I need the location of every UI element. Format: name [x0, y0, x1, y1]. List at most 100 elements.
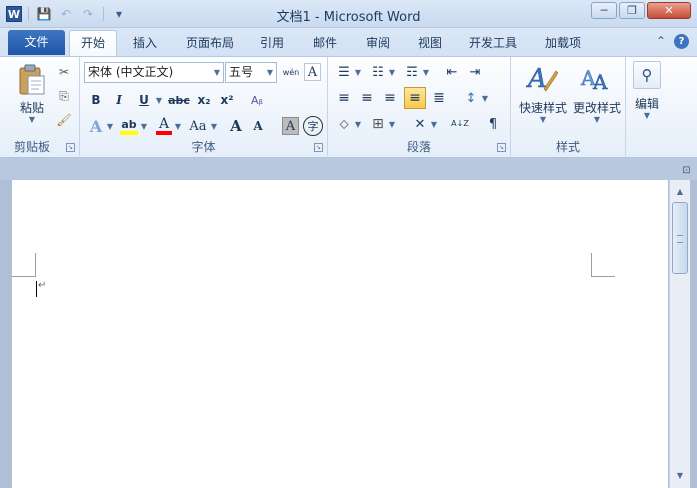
underline-dropdown-arrow[interactable]: ▼	[154, 90, 164, 110]
editing-dropdown-arrow[interactable]: ▼	[626, 111, 668, 120]
multilevel-dropdown-arrow[interactable]: ▼	[421, 62, 431, 82]
scroll-thumb[interactable]	[672, 202, 688, 274]
tab-page-layout[interactable]: 页面布局	[178, 32, 242, 56]
tab-file[interactable]: 文件	[8, 30, 65, 55]
quick-styles-icon[interactable]: A	[525, 60, 559, 96]
close-button[interactable]: ✕	[647, 2, 691, 19]
paste-button-label[interactable]: 粘贴	[10, 99, 54, 116]
ribbon-home: 粘贴 ▼ ✂ ⎘ 🖌 剪贴板 ↘ 宋体 (中文正文) ▼ 五号 ▼ wén A …	[0, 56, 697, 158]
font-group-label: 字体	[191, 140, 216, 154]
clipboard-launcher-icon[interactable]: ↘	[66, 143, 75, 152]
italic-icon[interactable]: I	[109, 90, 129, 110]
tab-mailings[interactable]: 邮件	[304, 32, 346, 56]
svg-text:A: A	[526, 64, 547, 94]
cut-icon[interactable]: ✂	[55, 63, 73, 81]
font-color-icon[interactable]: A	[154, 115, 174, 137]
collapse-ribbon-icon[interactable]: ⌃	[656, 34, 666, 49]
minimize-button[interactable]: ─	[591, 2, 617, 19]
tab-developer[interactable]: 开发工具	[460, 32, 526, 56]
align-center-icon[interactable]: ≡	[357, 88, 377, 108]
find-icon[interactable]: ⚲	[633, 61, 661, 89]
character-border-icon[interactable]: A	[304, 63, 321, 81]
view-ruler-icon[interactable]: ⊡	[680, 165, 693, 178]
paragraph-shading-icon[interactable]: ⬦	[334, 114, 354, 134]
font-name-value: 宋体 (中文正文)	[88, 65, 174, 79]
paste-dropdown-arrow[interactable]: ▼	[10, 115, 54, 124]
tab-references[interactable]: 引用	[252, 32, 292, 56]
quick-styles-dropdown-arrow[interactable]: ▼	[515, 115, 571, 124]
paragraph-launcher-icon[interactable]: ↘	[497, 143, 506, 152]
show-marks-icon[interactable]: ¶	[483, 114, 503, 134]
increase-indent-icon[interactable]: ⇥	[465, 62, 485, 82]
font-name-combo[interactable]: 宋体 (中文正文) ▼	[84, 62, 224, 83]
tab-review[interactable]: 审阅	[357, 32, 399, 56]
font-size-combo[interactable]: 五号 ▼	[225, 62, 277, 83]
underline-icon[interactable]: U	[134, 90, 154, 110]
paragraph-mark: ↵	[38, 280, 47, 291]
vertical-scrollbar[interactable]: ▲ ▼	[669, 180, 690, 488]
scroll-down-icon[interactable]: ▼	[672, 468, 688, 484]
tab-view[interactable]: 视图	[409, 32, 451, 56]
change-styles-dropdown-arrow[interactable]: ▼	[569, 115, 625, 124]
enclose-characters-icon[interactable]: 字	[303, 116, 323, 136]
chinese-layout-dropdown-arrow[interactable]: ▼	[429, 114, 439, 134]
bullets-dropdown-arrow[interactable]: ▼	[353, 62, 363, 82]
strikethrough-icon[interactable]: abc	[167, 90, 191, 110]
margin-corner-right	[591, 253, 615, 277]
text-effects-icon[interactable]: A	[86, 115, 106, 137]
justify-icon[interactable]: ≡	[404, 87, 426, 109]
shading-dropdown-arrow[interactable]: ▼	[353, 114, 363, 134]
distributed-icon[interactable]: ≣	[429, 88, 449, 108]
line-spacing-dropdown-arrow[interactable]: ▼	[480, 88, 490, 108]
change-case-icon[interactable]: Aa	[186, 115, 210, 137]
bold-icon[interactable]: B	[86, 90, 106, 110]
chinese-layout-icon[interactable]: ✕	[410, 114, 430, 134]
paragraph-group-label: 段落	[406, 140, 431, 154]
paste-icon[interactable]	[14, 63, 50, 97]
font-color-dropdown-arrow[interactable]: ▼	[173, 115, 183, 137]
sort-icon[interactable]: A↓Z	[449, 114, 471, 134]
grow-font-icon[interactable]: A	[226, 115, 246, 137]
highlight-color-icon[interactable]: ab	[118, 115, 140, 137]
subscript-icon[interactable]: x₂	[193, 90, 215, 110]
margin-corner-left	[12, 253, 36, 277]
change-styles-icon[interactable]: A A	[579, 60, 613, 96]
font-name-arrow[interactable]: ▼	[214, 63, 220, 82]
change-styles-label[interactable]: 更改样式	[569, 99, 625, 116]
superscript-icon[interactable]: x²	[216, 90, 238, 110]
align-right-icon[interactable]: ≡	[380, 88, 400, 108]
copy-icon[interactable]: ⎘	[55, 87, 73, 105]
quick-styles-label[interactable]: 快速样式	[515, 99, 571, 116]
format-painter-icon[interactable]: 🖌	[55, 111, 73, 129]
character-shading-icon[interactable]: A	[282, 117, 299, 135]
editing-label[interactable]: 编辑	[626, 95, 668, 112]
borders-dropdown-arrow[interactable]: ▼	[387, 114, 397, 134]
clear-formatting-icon[interactable]: Aᵦ	[246, 90, 268, 110]
shrink-font-icon[interactable]: A	[248, 115, 268, 137]
highlight-dropdown-arrow[interactable]: ▼	[139, 115, 149, 137]
multilevel-list-icon[interactable]: ☶	[402, 62, 422, 82]
tab-home[interactable]: 开始	[69, 30, 117, 57]
text-effects-dropdown-arrow[interactable]: ▼	[105, 115, 115, 137]
change-case-dropdown-arrow[interactable]: ▼	[209, 115, 219, 137]
tab-insert[interactable]: 插入	[124, 32, 166, 56]
ribbon-tab-bar: 文件 开始 插入 页面布局 引用 邮件 审阅 视图 开发工具 加载项 ⌃ ?	[0, 28, 697, 57]
align-left-icon[interactable]: ≡	[334, 88, 354, 108]
restore-button[interactable]: ❐	[619, 2, 645, 19]
font-launcher-icon[interactable]: ↘	[314, 143, 323, 152]
document-page[interactable]: ↵	[12, 180, 668, 488]
group-editing: ⚲ 编辑 ▼	[626, 57, 666, 158]
help-icon[interactable]: ?	[674, 34, 689, 49]
decrease-indent-icon[interactable]: ⇤	[442, 62, 462, 82]
bullets-icon[interactable]: ☰	[334, 62, 354, 82]
font-color-swatch	[156, 131, 172, 135]
numbering-icon[interactable]: ☷	[368, 62, 388, 82]
group-clipboard: 粘贴 ▼ ✂ ⎘ 🖌 剪贴板 ↘	[0, 57, 80, 158]
borders-icon[interactable]: ⊞	[368, 114, 388, 134]
scroll-up-icon[interactable]: ▲	[672, 184, 688, 200]
line-spacing-icon[interactable]: ↕	[461, 88, 481, 108]
font-size-arrow[interactable]: ▼	[267, 63, 273, 82]
phonetic-guide-icon[interactable]: wén	[281, 62, 301, 83]
tab-addins[interactable]: 加载项	[536, 32, 590, 56]
numbering-dropdown-arrow[interactable]: ▼	[387, 62, 397, 82]
